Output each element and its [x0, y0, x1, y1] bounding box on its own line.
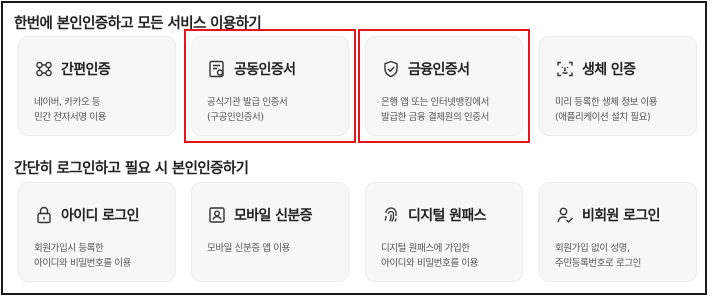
card-description: 미리 등록한 생체 정보 이용 (애플리케이션 설치 필요): [555, 97, 658, 123]
card-description: 공식기관 발급 인증서 (구공인인증서): [207, 97, 288, 123]
card-title: 공동인증서: [234, 62, 296, 78]
card-guest-login[interactable]: 비회원 로그인 회원가입 없이 성명, 주민등록번호로 로그인: [539, 182, 697, 282]
card-description: 회원가입시 등록한 아이디와 비밀번호를 이용: [34, 243, 131, 269]
card-title: 모바일 신분증: [234, 208, 313, 224]
card-title: 생체 인증: [582, 62, 636, 78]
face-scan-icon: [555, 59, 575, 79]
card-financial-certificate[interactable]: 금융인증서 은행 앱 또는 인터넷뱅킹에서 발급한 금융 결제원의 인증서: [358, 29, 530, 143]
card-id-login[interactable]: 아이디 로그인 회원가입시 등록한 아이디와 비밀번호를 이용: [18, 182, 176, 282]
user-check-icon: [555, 205, 575, 225]
card-description: 네이버, 카카오 등 민간 전자서명 이용: [34, 97, 106, 123]
card-simple-auth[interactable]: 간편인증 네이버, 카카오 등 민간 전자서명 이용: [18, 36, 176, 136]
card-digital-onepass[interactable]: 디지털 원패스 디지털 원패스에 가입한 아이디와 비밀번호를 이용: [365, 182, 523, 282]
card-description: 디지털 원패스에 가입한 아이디와 비밀번호를 이용: [381, 243, 478, 269]
card-title: 아이디 로그인: [61, 208, 140, 224]
simple-auth-icon: [34, 59, 54, 79]
section-title-simple-login: 간단히 로그인하고 필요 시 본인인증하기: [14, 161, 249, 177]
fingerprint-icon: [381, 205, 401, 225]
card-description: 은행 앱 또는 인터넷뱅킹에서 발급한 금융 결제원의 인증서: [381, 97, 489, 123]
card-mobile-id[interactable]: 모바일 신분증 모바일 신분증 앱 이용: [191, 182, 349, 282]
card-title: 금융인증서: [408, 62, 470, 78]
card-title: 비회원 로그인: [582, 208, 661, 224]
card-title: 간편인증: [61, 62, 111, 78]
card-biometric-auth[interactable]: 생체 인증 미리 등록한 생체 정보 이용 (애플리케이션 설치 필요): [539, 36, 697, 136]
id-card-icon: [207, 205, 227, 225]
section-title-all-services: 한번에 본인인증하고 모든 서비스 이용하기: [14, 16, 262, 32]
card-title: 디지털 원패스: [408, 208, 487, 224]
card-description: 모바일 신분증 앱 이용: [207, 243, 290, 254]
lock-icon: [34, 205, 54, 225]
card-description: 회원가입 없이 성명, 주민등록번호로 로그인: [555, 243, 642, 269]
card-joint-certificate[interactable]: 공동인증서 공식기관 발급 인증서 (구공인인증서): [184, 29, 356, 143]
shield-check-icon: [381, 59, 401, 79]
certificate-icon: [207, 59, 227, 79]
